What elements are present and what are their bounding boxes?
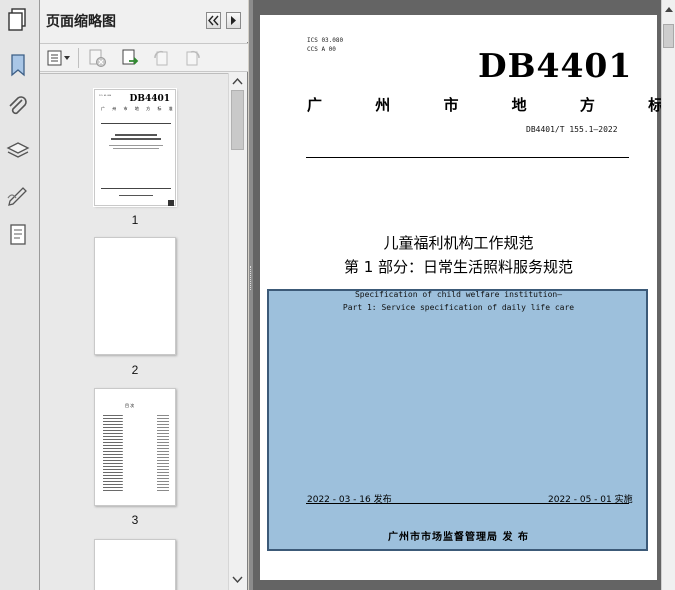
thumbnails-scrollbar[interactable]	[228, 73, 246, 590]
thumbnail-page-2[interactable]	[94, 237, 176, 355]
selection-highlight[interactable]	[267, 289, 648, 551]
rotate-right-icon[interactable]	[183, 48, 203, 68]
header-rule	[306, 157, 629, 158]
english-title-line-1: Specification of child welfare instituti…	[354, 290, 563, 299]
issuing-authority: 广州市市场监督管理局 发 布	[388, 532, 529, 543]
layers-icon[interactable]	[5, 138, 31, 164]
scroll-down-icon[interactable]	[232, 576, 243, 584]
content-icon[interactable]	[5, 222, 31, 248]
standard-code: DB4401	[478, 46, 633, 85]
pdf-page: ICS 03.080 CCS A 00 DB4401 广 州 市 地 方 标 准…	[260, 15, 675, 580]
insert-page-icon[interactable]	[120, 48, 140, 68]
delete-page-icon[interactable]	[87, 48, 107, 68]
document-subtitle: 第 1 部分：日常生活照料服务规范	[343, 258, 574, 276]
pane-title: 页面缩略图	[46, 14, 116, 30]
standard-number: DB4401/T 155.1—2022	[526, 125, 618, 134]
thumb-mini-subtitle: 广 州 市 地 方 标 准	[101, 106, 173, 111]
collapse-pane-button[interactable]	[206, 12, 221, 29]
toolbar-separator	[78, 48, 79, 68]
navigation-rail	[0, 0, 40, 590]
thumbnail-page-number: 3	[131, 513, 139, 527]
rotate-left-icon[interactable]	[151, 48, 171, 68]
pages-icon[interactable]	[5, 6, 31, 32]
thumb-mini-heading: 目 次	[125, 403, 135, 408]
attachment-icon[interactable]	[5, 94, 31, 120]
thumbnail-page-number: 1	[131, 213, 139, 227]
scroll-up-icon[interactable]	[232, 77, 243, 85]
expand-pane-button[interactable]	[226, 12, 241, 29]
ccs-code: CCS A 00	[307, 46, 336, 53]
thumbnail-page-1[interactable]: ICS 03.080 DB4401 广 州 市 地 方 标 准	[93, 88, 177, 207]
footer-rule	[306, 503, 629, 504]
page-thumbnails-pane: 页面缩略图 ICS 03.080 DB4401 广 州 市 地 方 标 准 1 …	[40, 0, 248, 590]
document-scrollbar[interactable]	[661, 0, 675, 590]
ics-code: ICS 03.080	[307, 37, 344, 44]
english-title-line-2: Part 1: Service specification of daily l…	[342, 303, 575, 312]
scroll-thumb[interactable]	[231, 90, 244, 150]
thumbnail-page-number: 2	[131, 363, 139, 377]
scroll-up-icon[interactable]	[664, 6, 674, 13]
thumbnail-page-3[interactable]: 目 次	[94, 388, 176, 506]
bookmark-icon[interactable]	[5, 52, 31, 78]
pdf-reader-window: 页面缩略图 ICS 03.080 DB4401 广 州 市 地 方 标 准 1 …	[0, 0, 675, 590]
signature-icon[interactable]	[5, 181, 31, 207]
pane-header: 页面缩略图	[40, 0, 248, 42]
options-menu-icon[interactable]	[46, 48, 72, 68]
thumbnail-page-4[interactable]	[94, 539, 176, 590]
document-title: 儿童福利机构工作规范	[383, 234, 534, 252]
thumb-mini-title: DB4401	[129, 94, 170, 104]
thumb-page-handle[interactable]	[168, 200, 174, 206]
document-view: ICS 03.080 CCS A 00 DB4401 广 州 市 地 方 标 准…	[253, 0, 675, 590]
scroll-thumb[interactable]	[663, 24, 674, 48]
standard-type: 广 州 市 地 方 标 准	[307, 96, 675, 114]
thumbnails-toolbar	[40, 43, 248, 72]
thumbnail-list[interactable]: ICS 03.080 DB4401 广 州 市 地 方 标 准 1 2 目 次	[40, 73, 230, 590]
